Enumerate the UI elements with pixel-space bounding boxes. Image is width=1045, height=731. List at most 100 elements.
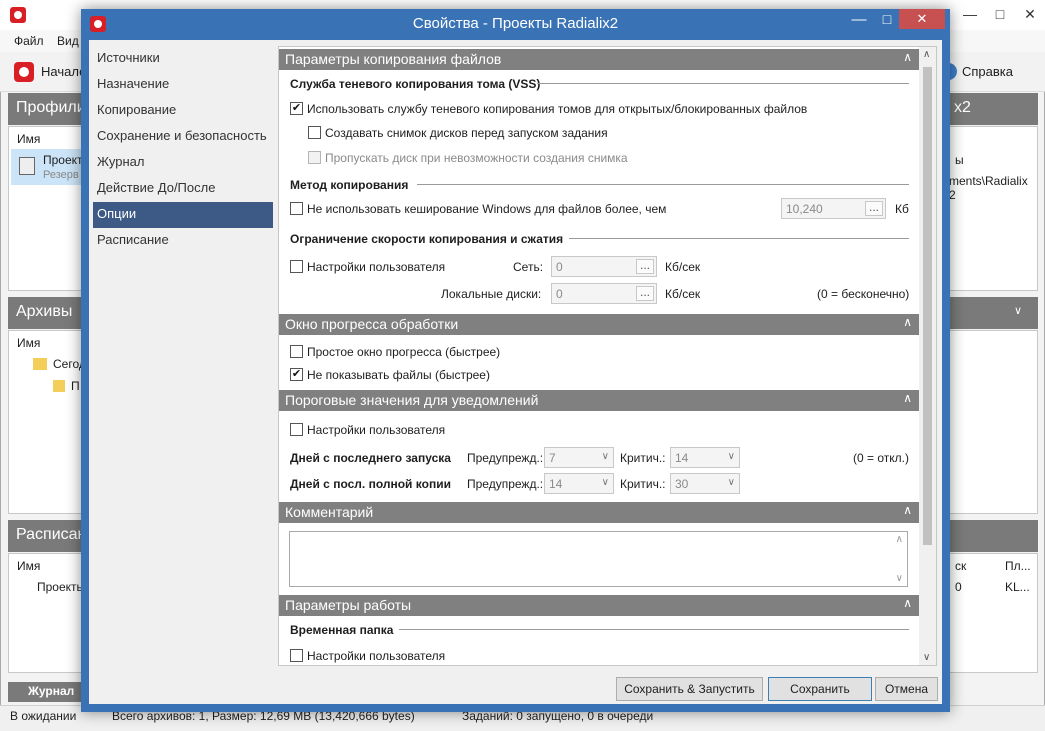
section-comment[interactable]: Комментарий ∧ <box>279 502 920 523</box>
nav-sources[interactable]: Источники <box>93 46 273 72</box>
dialog-titlebar: Свойства - Проекты Radialix2 — □ ✕ <box>81 9 950 40</box>
nocache-label[interactable]: Не использовать кеширование Windows для … <box>307 202 666 216</box>
section-title: Пороговые значения для уведомлений <box>285 392 539 408</box>
thr-user-label[interactable]: Настройки пользователя <box>307 423 445 437</box>
net-unit: Кб/сек <box>665 260 701 274</box>
collapse-icon[interactable]: ∧ <box>903 596 912 610</box>
archives-collapse-icon[interactable]: ∨ <box>1014 304 1022 317</box>
scroll-down-icon[interactable]: ∨ <box>923 652 930 663</box>
schedule-item[interactable]: Проекть <box>37 580 83 594</box>
profiles-col-name[interactable]: Имя <box>17 132 40 146</box>
section-progress[interactable]: Окно прогресса обработки ∧ <box>279 314 920 335</box>
profiles-right-col2: ments\Radialix 2 <box>949 174 1028 202</box>
nav-schedule[interactable]: Расписание <box>93 228 273 254</box>
divider <box>399 629 909 630</box>
profile-sub: Резерв <box>43 169 79 181</box>
menu-view[interactable]: Вид <box>57 34 79 48</box>
divider <box>417 184 909 185</box>
nav-before-after[interactable]: Действие До/После <box>93 176 273 202</box>
start-icon <box>14 62 34 82</box>
save-button[interactable]: Сохранить <box>768 677 872 701</box>
profiles-title: Профили <box>16 99 86 116</box>
scroll-up-icon[interactable]: ∧ <box>923 49 930 60</box>
minimize-icon[interactable]: — <box>955 0 985 30</box>
speed-user-label[interactable]: Настройки пользователя <box>307 260 445 274</box>
nav-destination[interactable]: Назначение <box>93 72 273 98</box>
nav-options[interactable]: Опции <box>93 202 273 228</box>
simple-progress-label[interactable]: Простое окно прогресса (быстрее) <box>307 345 500 359</box>
warn2-value: 14 <box>549 477 563 491</box>
nav-journal[interactable]: Журнал <box>93 150 273 176</box>
crit1-value: 14 <box>675 451 689 465</box>
zero-off-hint: (0 = откл.) <box>853 451 909 465</box>
vss-snapshot-label[interactable]: Создавать снимок дисков перед запуском з… <box>325 126 608 140</box>
chevron-down-icon: ∨ <box>601 477 609 488</box>
save-run-button[interactable]: Сохранить & Запустить <box>616 677 763 701</box>
speed-user-checkbox[interactable] <box>290 260 303 273</box>
scroll-down-icon[interactable]: ∨ <box>896 573 903 584</box>
comment-textarea[interactable]: ∧ ∨ <box>289 531 908 587</box>
crit-label: Критич.: <box>620 451 666 465</box>
collapse-icon[interactable]: ∧ <box>903 315 912 329</box>
options-panel: Параметры копирования файлов ∧ Служба те… <box>278 46 937 666</box>
menu-file[interactable]: Файл <box>14 34 44 48</box>
dialog-close-icon[interactable]: ✕ <box>899 9 945 29</box>
hide-files-checkbox[interactable]: ✔ <box>290 368 303 381</box>
schedule-col-name[interactable]: Имя <box>17 559 40 573</box>
zero-infinite-hint: (0 = бесконечно) <box>817 287 910 301</box>
options-scrollbar[interactable]: ∧ ∨ <box>919 47 936 665</box>
local-speed-field: 0 ... <box>551 283 657 304</box>
profile-icon <box>19 157 35 175</box>
nav-save-security[interactable]: Сохранение и безопасность <box>93 124 273 150</box>
local-label: Локальные диски: <box>441 287 542 301</box>
simple-progress-checkbox[interactable] <box>290 345 303 358</box>
section-title: Параметры работы <box>285 597 412 613</box>
collapse-icon[interactable]: ∧ <box>903 503 912 517</box>
maximize-icon[interactable]: □ <box>985 0 1015 30</box>
start-button[interactable]: Начало <box>41 64 86 79</box>
scrollbar-thumb[interactable] <box>923 67 932 545</box>
crit2-combo: 30 ∨ <box>670 473 740 494</box>
vss-subheader: Служба теневого копирования тома (VSS) <box>290 77 541 91</box>
local-unit: Кб/сек <box>665 287 701 301</box>
journal-tab[interactable]: Журнал <box>8 682 88 702</box>
vss-use-label[interactable]: Использовать службу теневого копирования… <box>307 102 807 116</box>
schedule-right-val2: KL... <box>1005 580 1030 594</box>
section-thresholds[interactable]: Пороговые значения для уведомлений ∧ <box>279 390 920 411</box>
vss-snapshot-checkbox[interactable] <box>308 126 321 139</box>
dialog-body: Источники Назначение Копирование Сохране… <box>89 40 942 704</box>
collapse-icon[interactable]: ∧ <box>903 391 912 405</box>
properties-dialog: Свойства - Проекты Radialix2 — □ ✕ Источ… <box>81 9 950 712</box>
archive-tree-item2[interactable]: П <box>71 379 80 393</box>
schedule-right-col1: ск <box>955 559 967 573</box>
net-speed-field: 0 ... <box>551 256 657 277</box>
collapse-icon[interactable]: ∧ <box>903 50 912 64</box>
profiles-right-col1: ы <box>955 153 964 167</box>
vss-use-checkbox[interactable]: ✔ <box>290 102 303 115</box>
dialog-minimize-icon[interactable]: — <box>849 11 869 31</box>
profile-row[interactable]: Проект Резерв <box>11 149 83 185</box>
section-work-params[interactable]: Параметры работы ∧ <box>279 595 920 616</box>
chevron-down-icon: ∨ <box>601 451 609 462</box>
section-title: Параметры копирования файлов <box>285 51 502 67</box>
close-icon[interactable]: ✕ <box>1015 0 1045 30</box>
temp-user-label[interactable]: Настройки пользователя <box>307 649 445 663</box>
section-copy-params[interactable]: Параметры копирования файлов ∧ <box>279 49 920 70</box>
speed-subheader: Ограничение скорости копирования и сжати… <box>290 232 564 246</box>
nocache-size-value: 10,240 <box>786 202 823 216</box>
archives-col-name[interactable]: Имя <box>17 336 40 350</box>
dialog-title: Свойства - Проекты Radialix2 <box>412 15 619 32</box>
dialog-maximize-icon[interactable]: □ <box>877 11 897 31</box>
nocache-unit: Кб <box>895 202 909 216</box>
thr-user-checkbox[interactable] <box>290 423 303 436</box>
nav-copy[interactable]: Копирование <box>93 98 273 124</box>
local-browse-button: ... <box>636 286 654 301</box>
scroll-up-icon[interactable]: ∧ <box>896 534 903 545</box>
help-button[interactable]: Справка <box>962 64 1013 79</box>
temp-user-checkbox[interactable] <box>290 649 303 662</box>
warn2-combo: 14 ∨ <box>544 473 614 494</box>
days-last-run-label: Дней с последнего запуска <box>290 451 451 465</box>
hide-files-label[interactable]: Не показывать файлы (быстрее) <box>307 368 490 382</box>
nocache-checkbox[interactable] <box>290 202 303 215</box>
cancel-button[interactable]: Отмена <box>875 677 938 701</box>
